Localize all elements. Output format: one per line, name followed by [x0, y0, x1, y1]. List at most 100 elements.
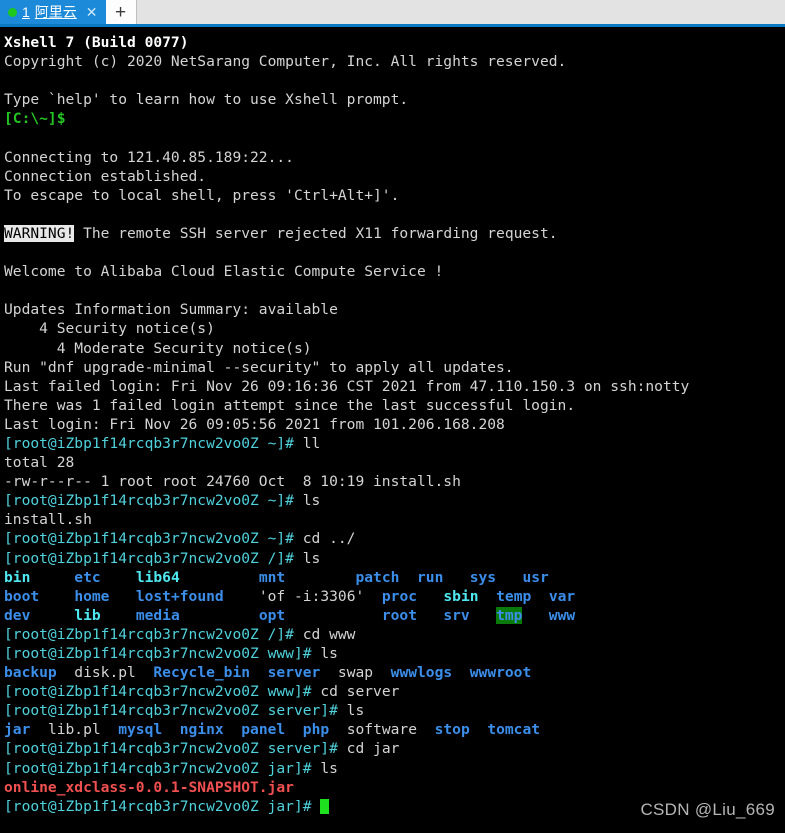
terminal-text-segment: tmp	[496, 606, 523, 624]
terminal-text-segment: media	[135, 606, 180, 624]
terminal-text-segment: [root@iZbp1f14rcqb3r7ncw2vo0Z /]#	[4, 625, 303, 643]
terminal-line: Connecting to 121.40.85.189:22...	[4, 148, 785, 167]
terminal-text-segment: home	[74, 587, 110, 605]
terminal-line: [root@iZbp1f14rcqb3r7ncw2vo0Z server]# c…	[4, 739, 785, 758]
terminal-line: online_xdclass-0.0.1-SNAPSHOT.jar	[4, 778, 785, 797]
terminal-text-segment: stop	[434, 721, 470, 739]
terminal-text-segment: 'of -i:3306'	[258, 587, 365, 605]
terminal-text-segment: online_xdclass-0.0.1-SNAPSHOT.jar	[4, 778, 294, 796]
terminal-text-segment: [root@iZbp1f14rcqb3r7ncw2vo0Z www]#	[4, 645, 321, 662]
new-tab-button[interactable]: +	[105, 0, 137, 24]
terminal-text-segment: disk.pl	[74, 664, 136, 682]
terminal-text-segment: [root@iZbp1f14rcqb3r7ncw2vo0Z www]#	[4, 683, 321, 701]
terminal-text-segment: Xshell 7 (Build 0077)	[4, 34, 189, 51]
terminal-text-segment: opt	[258, 606, 286, 624]
terminal-line: Updates Information Summary: available	[4, 300, 785, 319]
terminal-text-segment: root	[381, 606, 417, 624]
terminal-line: -rw-r--r-- 1 root root 24760 Oct 8 10:19…	[4, 472, 785, 491]
terminal-text-segment: srv	[443, 606, 470, 624]
terminal-text-segment: total 28	[4, 454, 75, 472]
terminal-line: [C:\~]$	[4, 109, 785, 128]
terminal-text-segment: cd www	[302, 625, 356, 643]
tab-bar: 1 阿里云 ✕ +	[0, 0, 785, 27]
terminal-text-segment: Type `help' to learn how to use Xshell p…	[4, 91, 409, 109]
tab-title-label: 阿里云	[34, 4, 77, 20]
terminal-line: To escape to local shell, press 'Ctrl+Al…	[4, 186, 785, 205]
terminal-line: Xshell 7 (Build 0077)	[4, 33, 785, 52]
terminal-text-segment: jar	[4, 721, 31, 739]
terminal-line: Last login: Fri Nov 26 09:05:56 2021 fro…	[4, 415, 785, 434]
terminal-text-segment: lib	[74, 606, 101, 624]
tab-aliyun[interactable]: 1 阿里云 ✕	[0, 0, 106, 24]
terminal-text-segment: tomcat	[487, 721, 541, 739]
terminal-text-segment: proc	[381, 587, 418, 605]
terminal-line: [root@iZbp1f14rcqb3r7ncw2vo0Z ~]# ls	[4, 491, 785, 510]
terminal-text-segment: [root@iZbp1f14rcqb3r7ncw2vo0Z /]#	[4, 549, 303, 567]
terminal-text-segment: Welcome to Alibaba Cloud Elastic Compute…	[4, 263, 444, 281]
terminal-line: WARNING! The remote SSH server rejected …	[4, 224, 785, 243]
terminal-text-segment: www	[548, 606, 576, 624]
terminal-text-segment: php	[302, 721, 330, 739]
terminal-text-segment: ls	[302, 549, 321, 567]
terminal-text-segment: sys	[469, 568, 497, 586]
close-icon[interactable]: ✕	[82, 5, 100, 19]
terminal-text-segment: [root@iZbp1f14rcqb3r7ncw2vo0Z ~]#	[4, 492, 303, 510]
terminal-line: [root@iZbp1f14rcqb3r7ncw2vo0Z www]# cd s…	[4, 682, 785, 701]
terminal-line: boot home lost+found 'of -i:3306' proc s…	[4, 587, 785, 606]
terminal-text-segment: var	[548, 587, 576, 605]
terminal-text-segment: usr	[522, 568, 549, 586]
tab-index-label: 1	[22, 4, 30, 20]
terminal-text-segment: wwwroot	[469, 664, 532, 682]
terminal-text-segment: backup	[4, 664, 57, 682]
terminal-text-segment: dev	[4, 606, 31, 624]
terminal-line: 4 Moderate Security notice(s)	[4, 339, 785, 358]
terminal-text-segment: Copyright (c) 2020 NetSarang Computer, I…	[4, 53, 567, 71]
terminal-text-segment: patch	[355, 568, 400, 586]
terminal-text-segment: mysql	[118, 721, 163, 739]
terminal-line-container: Xshell 7 (Build 0077) Copyright (c) 2020 …	[4, 33, 785, 816]
text-cursor	[320, 798, 330, 814]
terminal-text-segment: Last login: Fri Nov 26 09:05:56 2021 fro…	[4, 415, 505, 433]
terminal-line: install.sh	[4, 510, 785, 529]
terminal-line: Welcome to Alibaba Cloud Elastic Compute…	[4, 262, 785, 281]
terminal-line: [root@iZbp1f14rcqb3r7ncw2vo0Z ~]# ll	[4, 434, 785, 453]
terminal-output[interactable]: Xshell 7 (Build 0077) Copyright (c) 2020 …	[0, 27, 785, 830]
terminal-text-segment: [root@iZbp1f14rcqb3r7ncw2vo0Z jar]#	[4, 759, 321, 777]
terminal-text-segment: Updates Information Summary: available	[4, 301, 338, 319]
terminal-text-segment: [root@iZbp1f14rcqb3r7ncw2vo0Z server]#	[4, 702, 347, 720]
terminal-text-segment: Last failed login: Fri Nov 26 09:16:36 C…	[4, 377, 690, 395]
terminal-line: backup disk.pl Recycle_bin server swap w…	[4, 663, 785, 682]
terminal-text-segment: nginx	[179, 721, 224, 739]
terminal-text-segment: ll	[302, 434, 321, 452]
terminal-text-segment: ls	[320, 645, 338, 662]
terminal-text-segment: boot	[4, 587, 40, 605]
terminal-text-segment: lib.pl	[47, 721, 101, 739]
terminal-line: Type `help' to learn how to use Xshell p…	[4, 90, 785, 109]
terminal-line: [root@iZbp1f14rcqb3r7ncw2vo0Z /]# cd www	[4, 625, 785, 644]
terminal-text-segment: sbin	[443, 587, 479, 605]
terminal-text-segment: [C:\~]$	[4, 110, 66, 128]
terminal-line: [root@iZbp1f14rcqb3r7ncw2vo0Z jar]# ls	[4, 759, 785, 778]
terminal-line: [root@iZbp1f14rcqb3r7ncw2vo0Z www]# ls	[4, 644, 785, 663]
terminal-text-segment: swap	[337, 664, 374, 682]
